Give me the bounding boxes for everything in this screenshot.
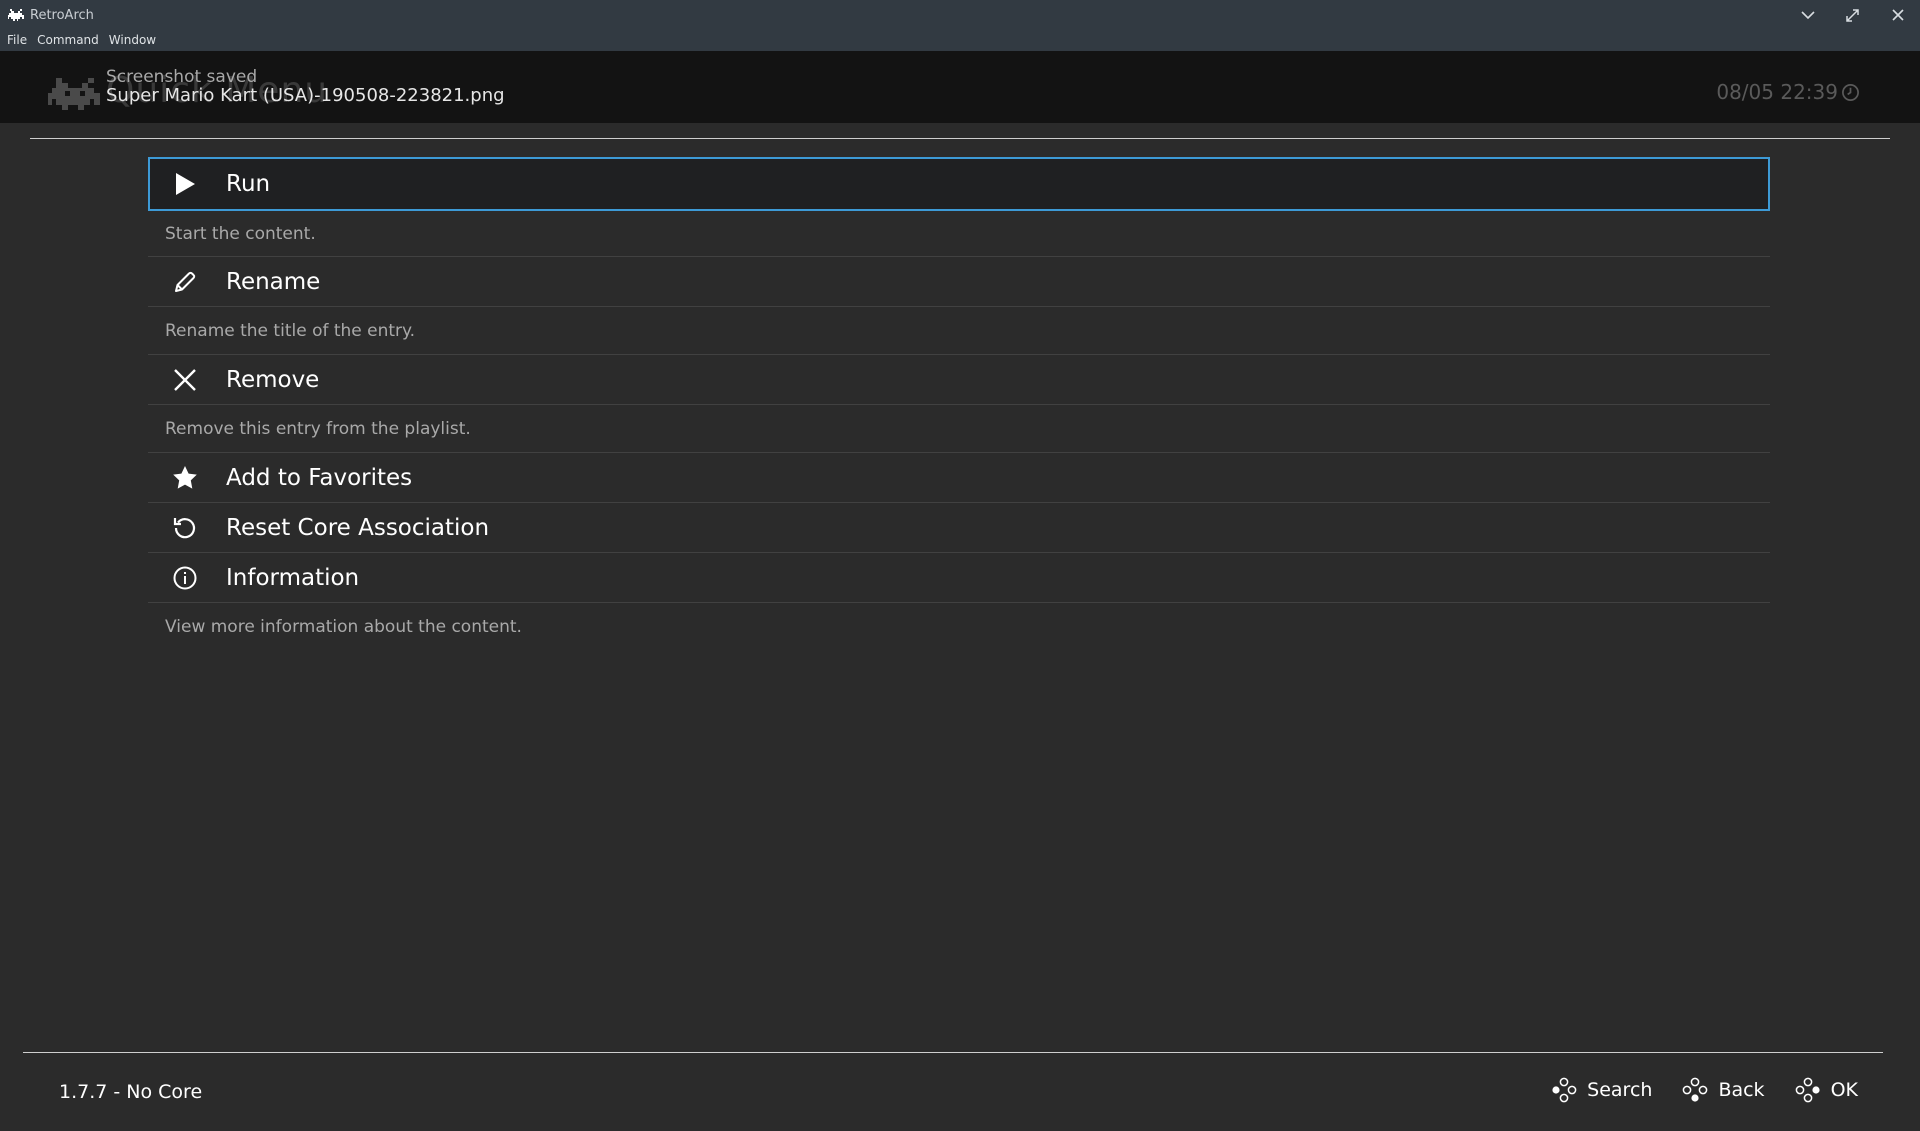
window-title: RetroArch — [30, 7, 94, 23]
menu-entry-add-to-favorites[interactable]: Add to Favorites — [148, 453, 1770, 503]
gamepad-buttons-icon — [1552, 1077, 1577, 1103]
version-core-text: 1.7.7 - No Core — [59, 1081, 203, 1103]
notification-message: Super Mario Kart (USA)-190508-223821.png — [106, 85, 505, 106]
menu-entry-run[interactable]: Run — [148, 157, 1770, 211]
menu-entry-sublabel: Start the content. — [148, 211, 1770, 257]
menu-file[interactable]: File — [3, 30, 33, 51]
menu-entry-label: Add to Favorites — [226, 464, 413, 491]
search-action-label: Search — [1587, 1079, 1653, 1101]
menu-entry-label: Reset Core Association — [226, 514, 490, 541]
back-action[interactable]: Back — [1682, 1077, 1765, 1103]
retroarch-invader-icon — [8, 9, 24, 21]
minimize-button[interactable] — [1785, 0, 1830, 30]
menu-entry-label: Run — [226, 171, 271, 197]
gamepad-buttons-icon — [1795, 1077, 1820, 1103]
close-icon — [1891, 9, 1904, 21]
close-button[interactable] — [1875, 0, 1920, 30]
menu-entry-sublabel: Remove this entry from the playlist. — [148, 405, 1770, 453]
menu-entry-remove[interactable]: Remove — [148, 355, 1770, 405]
menubar: File Command Window — [0, 30, 1920, 51]
menu-command[interactable]: Command — [33, 30, 105, 51]
close-x-icon — [170, 365, 200, 395]
window-titlebar[interactable]: RetroArch — [0, 0, 1920, 30]
chevron-down-icon — [1800, 10, 1815, 19]
header: Quick Menu Screenshot saved Super Mario … — [0, 51, 1920, 123]
info-icon — [170, 563, 200, 593]
maximize-icon — [1846, 8, 1859, 22]
ok-action-label: OK — [1830, 1079, 1858, 1101]
menu-entry-sublabel: Rename the title of the entry. — [148, 307, 1770, 355]
pencil-icon — [170, 267, 200, 297]
clock-text: 08/05 22:39 — [1716, 80, 1838, 104]
star-icon — [170, 463, 200, 493]
header-divider — [30, 138, 1890, 139]
menu-entry-label: Information — [226, 564, 360, 591]
menu-entry-label: Remove — [226, 366, 320, 393]
menu-entry-rename[interactable]: Rename — [148, 257, 1770, 307]
quick-menu-list: Run Start the content. Rename Rename the… — [148, 157, 1770, 651]
notification-title: Screenshot saved — [106, 67, 258, 87]
search-action[interactable]: Search — [1551, 1077, 1652, 1103]
menu-entry-information[interactable]: Information — [148, 553, 1770, 603]
menu-entry-label: Rename — [226, 268, 321, 295]
play-icon — [170, 169, 200, 199]
menu-entry-reset-core-association[interactable]: Reset Core Association — [148, 503, 1770, 553]
maximize-button[interactable] — [1830, 0, 1875, 30]
ok-action[interactable]: OK — [1795, 1077, 1858, 1103]
clock-icon — [1842, 84, 1859, 101]
footer: 1.7.7 - No Core Search Back OK — [0, 1053, 1920, 1131]
gamepad-buttons-icon — [1683, 1077, 1708, 1102]
retroarch-invader-icon — [48, 78, 100, 110]
reset-icon — [170, 513, 200, 543]
menu-entry-sublabel: View more information about the content. — [165, 617, 522, 637]
menu-window[interactable]: Window — [105, 30, 162, 51]
back-action-label: Back — [1718, 1079, 1765, 1101]
